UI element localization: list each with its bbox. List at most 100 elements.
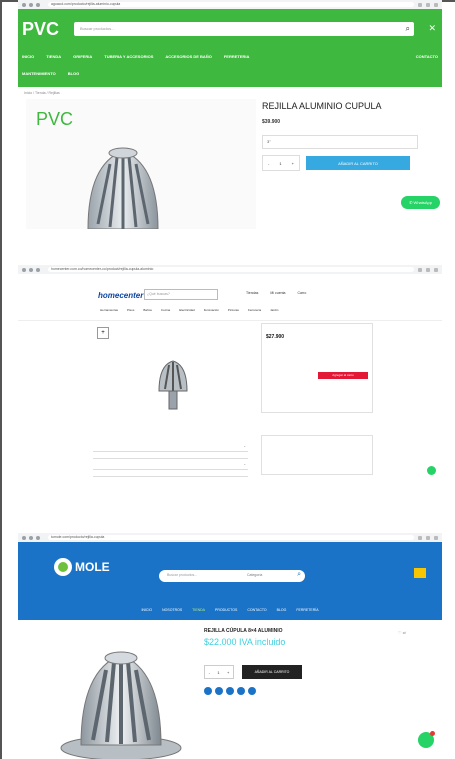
search-input[interactable]: Buscar productos... ⌕ <box>74 22 414 36</box>
menu-item[interactable]: PRODUCTOS <box>215 608 237 612</box>
spec-row[interactable]: ⌄ <box>93 459 248 470</box>
address-bar[interactable]: homecenter.com.co/homecenter-co/product/… <box>48 267 414 272</box>
logo-mark-icon <box>54 558 72 576</box>
whatsapp-button[interactable] <box>418 731 435 748</box>
site-logo[interactable]: homecenter <box>98 291 143 300</box>
spec-row[interactable] <box>93 470 248 477</box>
browser-nav-buttons[interactable] <box>18 267 44 272</box>
product-price: $27.900 <box>266 334 285 340</box>
search-input[interactable]: Buscar productos... Categoría ⌕ <box>159 570 305 582</box>
menu-item[interactable]: Baños <box>143 308 152 312</box>
pinterest-icon <box>226 687 234 695</box>
menu-item[interactable]: FERRETERIA <box>224 54 250 59</box>
menu-item[interactable]: FERRETERÍA <box>296 608 318 612</box>
whatsapp-icon[interactable] <box>427 466 436 475</box>
menu-item[interactable]: ACCESORIOS DE BAÑO <box>165 54 211 59</box>
menu-item[interactable]: TIENDA <box>46 54 61 59</box>
address-bar[interactable]: aguacol.com/producto/rejilla-aluminio-cu… <box>48 2 414 7</box>
menu-item[interactable]: Ferretería <box>248 308 261 312</box>
screenshot-tumole-store: tumole.com/producto/rejilla-cupula MOLE … <box>18 533 442 759</box>
product-title: REJILLA CÚPULA 8×4 ALUMINIO <box>204 628 283 634</box>
menu-item[interactable]: CONTACTO <box>247 608 266 612</box>
menu-item[interactable]: TIENDA <box>192 608 205 612</box>
menu-item[interactable]: Herramientas <box>100 308 118 312</box>
breadcrumb[interactable]: Inicio / Tienda / Rejillas <box>18 87 442 99</box>
whatsapp-button[interactable]: ✆ WhatsApp <box>401 196 440 209</box>
product-info: REJILLA CÚPULA 8×4 ALUMINIO $22.000 IVA … <box>204 628 404 695</box>
product-info: REJILLA ALUMINIO CUPULA $39.900 3" -1 + A… <box>262 99 438 177</box>
header-icons: Tiendas Mi cuenta Carro <box>246 291 306 295</box>
browser-nav-buttons[interactable] <box>18 535 44 540</box>
watermark-logo: PVC <box>36 109 74 129</box>
screenshot-homecenter: homecenter.com.co/homecenter-co/product/… <box>18 265 442 483</box>
cart-icon[interactable] <box>414 568 426 578</box>
header-link[interactable]: Tiendas <box>246 291 258 295</box>
whatsapp-icon <box>248 687 256 695</box>
menu-item-contact[interactable]: CONTACTO <box>416 54 438 59</box>
twitter-icon <box>215 687 223 695</box>
purchase-box: $27.900 Agregar al carro <box>261 323 373 413</box>
browser-bar: aguacol.com/producto/rejilla-aluminio-cu… <box>18 0 442 9</box>
main-menu: INICIO NOSOTROS TIENDA PRODUCTOS CONTACTO BLO… <box>18 608 442 612</box>
drain-grate-image <box>158 360 188 410</box>
product-price: $39.900 <box>262 119 281 125</box>
search-input[interactable]: ¿Qué buscas? <box>144 289 218 300</box>
cart-icon[interactable]: ✕ <box>428 23 436 34</box>
secondary-menu: MANTENIMIENTO BLOG <box>22 71 79 76</box>
add-to-cart-button[interactable]: AÑADIR AL CARRITO <box>306 156 410 170</box>
menu-item[interactable]: Cocina <box>161 308 170 312</box>
quantity-stepper[interactable]: -1 + <box>204 665 234 679</box>
search-icon[interactable]: ⌕ <box>297 571 301 579</box>
facebook-icon <box>204 687 212 695</box>
menu-item[interactable]: Iluminación <box>204 308 219 312</box>
wishlist-compare-icons[interactable]: ♡ ⇄ <box>398 630 406 635</box>
menu-item[interactable]: Electricidad <box>179 308 195 312</box>
browser-extension-icons[interactable] <box>418 2 442 7</box>
browser-extension-icons[interactable] <box>418 267 442 272</box>
header-link[interactable]: Carro <box>298 291 307 295</box>
search-category-select[interactable]: Categoría <box>247 573 262 577</box>
browser-extension-icons[interactable] <box>418 535 442 540</box>
header-link[interactable]: Mi cuenta <box>270 291 285 295</box>
browser-nav-buttons[interactable] <box>18 2 44 7</box>
main-menu: INICIO TIENDA GRIFERIA TUBERIA Y ACCESORIOS… <box>22 54 438 59</box>
quantity-stepper[interactable]: -1 + <box>262 155 300 171</box>
menu-item[interactable]: NOSOTROS <box>162 608 182 612</box>
spec-row[interactable] <box>93 452 248 459</box>
add-to-cart-button[interactable]: Agregar al carro <box>318 372 368 379</box>
notification-badge <box>430 731 435 736</box>
menu-item[interactable]: TUBERIA Y ACCESORIOS <box>104 54 153 59</box>
address-bar[interactable]: tumole.com/producto/rejilla-cupula <box>48 535 414 540</box>
site-logo[interactable]: MOLE <box>54 558 110 576</box>
menu-item[interactable]: GRIFERIA <box>73 54 92 59</box>
social-share-icons[interactable] <box>204 687 404 695</box>
email-icon <box>237 687 245 695</box>
search-icon[interactable]: ⌕ <box>406 24 410 34</box>
variant-select[interactable]: 3" <box>262 135 418 149</box>
menu-item[interactable]: MANTENIMIENTO <box>22 71 56 76</box>
search-placeholder: Buscar productos... <box>80 26 115 31</box>
site-header: MOLE Buscar productos... Categoría ⌕ INI… <box>18 542 442 620</box>
menu-item[interactable]: Pisos <box>127 308 134 312</box>
menu-item[interactable]: INICIO <box>22 54 34 59</box>
menu-item[interactable]: Pinturas <box>228 308 239 312</box>
browser-bar: tumole.com/producto/rejilla-cupula <box>18 533 442 542</box>
product-image[interactable]: PVC <box>26 99 256 229</box>
product-price: $22.000 IVA incluido <box>204 637 286 647</box>
main-menu: Herramientas Pisos Baños Cocina Electricidad… <box>100 308 278 312</box>
seller-box <box>261 435 373 475</box>
gallery-thumbnail[interactable]: + <box>97 327 109 339</box>
site-header: PVC Buscar productos... ⌕ ✕ INICIO TIENDA… <box>18 9 442 87</box>
menu-item[interactable]: BLOG <box>68 71 80 76</box>
spec-list: ⌄ ⌄ <box>93 441 248 477</box>
drain-grate-image <box>87 147 159 229</box>
menu-item[interactable]: BLOG <box>277 608 287 612</box>
spec-row[interactable]: ⌄ <box>93 441 248 452</box>
product-title: REJILLA ALUMINIO CUPULA <box>262 101 382 111</box>
product-gallery[interactable]: + <box>93 323 248 438</box>
site-logo[interactable]: PVC <box>22 19 59 39</box>
menu-item[interactable]: INICIO <box>141 608 152 612</box>
drain-grate-image[interactable] <box>56 630 186 759</box>
add-to-cart-button[interactable]: AÑADIR AL CARRITO <box>242 665 302 679</box>
menu-item[interactable]: Jardín <box>270 308 278 312</box>
